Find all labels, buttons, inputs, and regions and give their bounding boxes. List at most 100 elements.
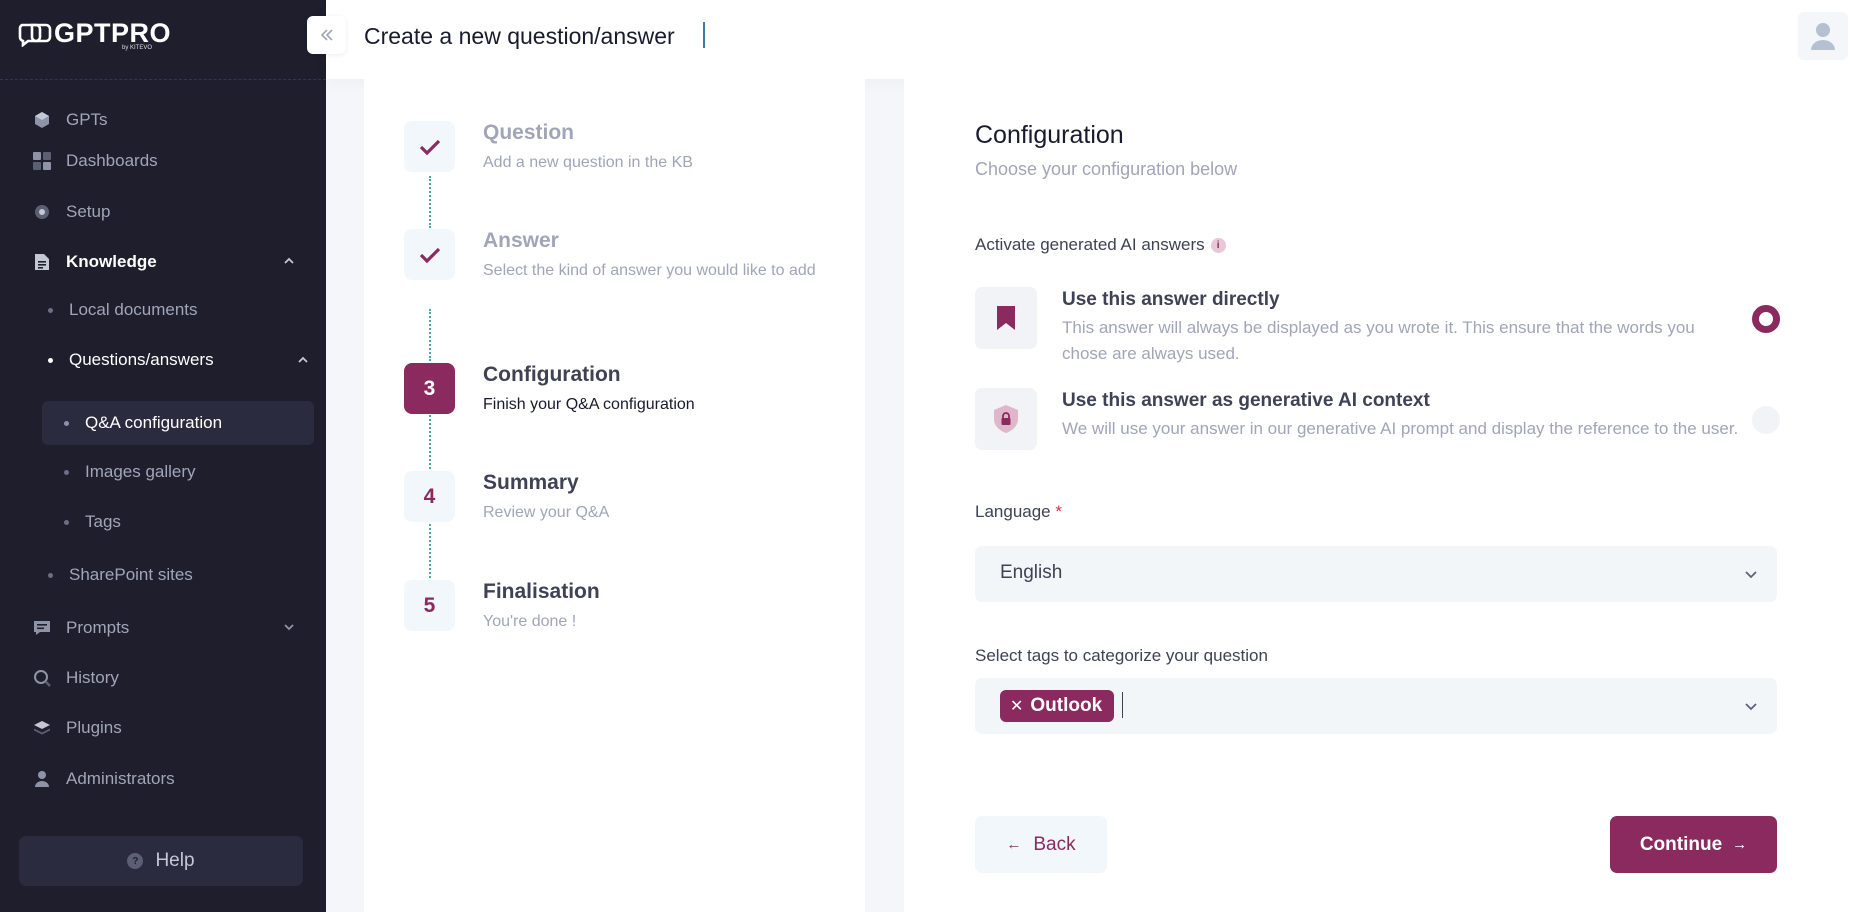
step-title: Question xyxy=(483,121,575,144)
ai-answers-label-text: Activate generated AI answers xyxy=(975,235,1205,254)
step-check-box xyxy=(404,121,455,172)
bullet-icon xyxy=(64,469,69,475)
option-use-directly[interactable]: Use this answer directly This answer wil… xyxy=(975,287,1780,363)
sidebar-divider xyxy=(0,79,326,80)
chevron-up-icon xyxy=(298,356,308,363)
tags-label: Select tags to categorize your question xyxy=(975,646,1268,665)
shield-lock-icon xyxy=(994,405,1018,433)
step-description: Add a new question in the KB xyxy=(483,154,693,171)
sidebar-item-setup[interactable]: Setup xyxy=(0,192,326,232)
sidebar-item-administrators[interactable]: Administrators xyxy=(0,759,326,799)
sidebar-item-knowledge[interactable]: Knowledge xyxy=(0,242,326,282)
sidebar-subitem-label: Questions/answers xyxy=(69,350,214,369)
ai-answers-label: Activate generated AI answers i xyxy=(975,235,1226,255)
dashboard-grid-icon xyxy=(32,151,52,171)
sidebar-item-prompts[interactable]: Prompts xyxy=(0,608,326,648)
avatar[interactable] xyxy=(1798,12,1848,60)
chevron-down-icon xyxy=(284,624,294,631)
sidebar-subitem-tags[interactable]: Tags xyxy=(64,502,314,542)
sidebar-subitem-local-documents[interactable]: Local documents xyxy=(48,290,308,330)
option-title: Use this answer as generative AI context xyxy=(1062,390,1430,411)
check-icon xyxy=(419,247,440,263)
step-number: 3 xyxy=(404,363,455,414)
collapse-sidebar-button[interactable] xyxy=(307,16,346,54)
option-description: We will use your answer in our generativ… xyxy=(1062,419,1739,438)
double-chevron-left-icon xyxy=(320,29,333,41)
language-label-text: Language xyxy=(975,502,1051,521)
step-check-box xyxy=(404,229,455,280)
required-marker: * xyxy=(1055,502,1062,521)
continue-button[interactable]: Continue → xyxy=(1610,816,1777,873)
text-caret xyxy=(1122,692,1123,718)
sidebar-subitem-label: Q&A configuration xyxy=(85,413,223,432)
chat-icon xyxy=(32,618,52,638)
sidebar-subitem-sharepoint-sites[interactable]: SharePoint sites xyxy=(48,555,308,595)
stepper-panel: Question Add a new question in the KB An… xyxy=(364,79,865,912)
radio-use-directly[interactable] xyxy=(1752,305,1780,333)
logo-text: GPTPRO xyxy=(54,18,172,48)
sidebar-subitem-label: Local documents xyxy=(69,300,198,319)
step-title: Finalisation xyxy=(483,580,600,603)
language-select[interactable]: English xyxy=(975,546,1777,602)
back-button[interactable]: ← Back xyxy=(975,816,1107,873)
user-avatar-icon xyxy=(1811,23,1835,50)
sidebar-item-gpts[interactable]: GPTs xyxy=(0,100,326,140)
bullet-icon xyxy=(48,572,53,578)
sidebar-subitem-images-gallery[interactable]: Images gallery xyxy=(64,452,314,492)
bullet-icon xyxy=(64,519,69,525)
radio-generative-context[interactable] xyxy=(1752,406,1780,434)
step-description: Review your Q&A xyxy=(483,504,610,521)
search-history-icon xyxy=(32,668,52,688)
step-title: Configuration xyxy=(483,363,621,386)
sidebar-item-label: Plugins xyxy=(66,718,122,737)
document-icon xyxy=(32,252,52,272)
step-number: 4 xyxy=(404,471,455,522)
user-icon xyxy=(32,769,52,789)
arrow-left-icon: ← xyxy=(1006,836,1022,853)
sidebar-item-label: GPTs xyxy=(66,110,108,129)
option-description: This answer will always be displayed as … xyxy=(1062,318,1695,363)
back-button-label: Back xyxy=(1033,833,1076,855)
bullet-icon xyxy=(48,357,53,363)
step-title: Answer xyxy=(483,229,559,252)
tags-select[interactable]: ✕ Outlook xyxy=(975,678,1777,734)
step-connector xyxy=(429,309,431,361)
configuration-subtitle: Choose your configuration below xyxy=(975,159,1238,179)
tag-chip: ✕ Outlook xyxy=(1000,690,1115,722)
language-label: Language * xyxy=(975,502,1062,522)
sidebar-item-label: History xyxy=(66,668,119,687)
arrow-right-icon: → xyxy=(1732,836,1748,853)
sidebar-item-label: Dashboards xyxy=(66,151,158,170)
sidebar-item-plugins[interactable]: Plugins xyxy=(0,708,326,748)
page-title: Create a new question/answer xyxy=(364,23,675,49)
continue-button-label: Continue xyxy=(1639,833,1723,855)
help-label: Help xyxy=(155,850,195,871)
sidebar-item-dashboards[interactable]: Dashboards xyxy=(0,141,326,181)
step-title: Summary xyxy=(483,471,579,494)
sidebar-item-label: Administrators xyxy=(66,769,175,788)
sidebar-subitem-questions-answers[interactable]: Questions/answers xyxy=(48,340,308,380)
info-icon[interactable]: i xyxy=(1210,238,1226,254)
step-number: 5 xyxy=(404,580,455,631)
bullet-icon xyxy=(48,307,53,313)
step-connector xyxy=(429,176,431,228)
logo-subtext: by KITEVO xyxy=(122,45,153,51)
sidebar-subitem-label: Images gallery xyxy=(85,462,196,481)
language-select-value: English xyxy=(1000,562,1063,583)
chevron-down-icon xyxy=(1745,703,1757,711)
sidebar-item-history[interactable]: History xyxy=(0,658,326,698)
tag-label: Outlook xyxy=(1030,695,1103,716)
layers-icon xyxy=(32,718,52,738)
help-button[interactable]: ? Help xyxy=(19,836,303,886)
step-description: You're done ! xyxy=(483,613,577,630)
sidebar-item-label: Prompts xyxy=(66,618,130,637)
sidebar-subitem-qa-configuration[interactable]: Q&A configuration xyxy=(42,401,314,445)
bookmark-icon xyxy=(997,306,1015,330)
sidebar-item-label: Knowledge xyxy=(66,252,157,271)
step-connector xyxy=(429,415,431,469)
remove-tag-icon[interactable]: ✕ xyxy=(1010,696,1023,716)
sidebar: GPTPRO by KITEVO GPTs Dashboards Setup K… xyxy=(0,0,326,912)
option-generative-context[interactable]: Use this answer as generative AI context… xyxy=(975,388,1780,460)
gear-icon xyxy=(32,202,52,222)
app-logo[interactable]: GPTPRO by KITEVO xyxy=(18,18,172,51)
